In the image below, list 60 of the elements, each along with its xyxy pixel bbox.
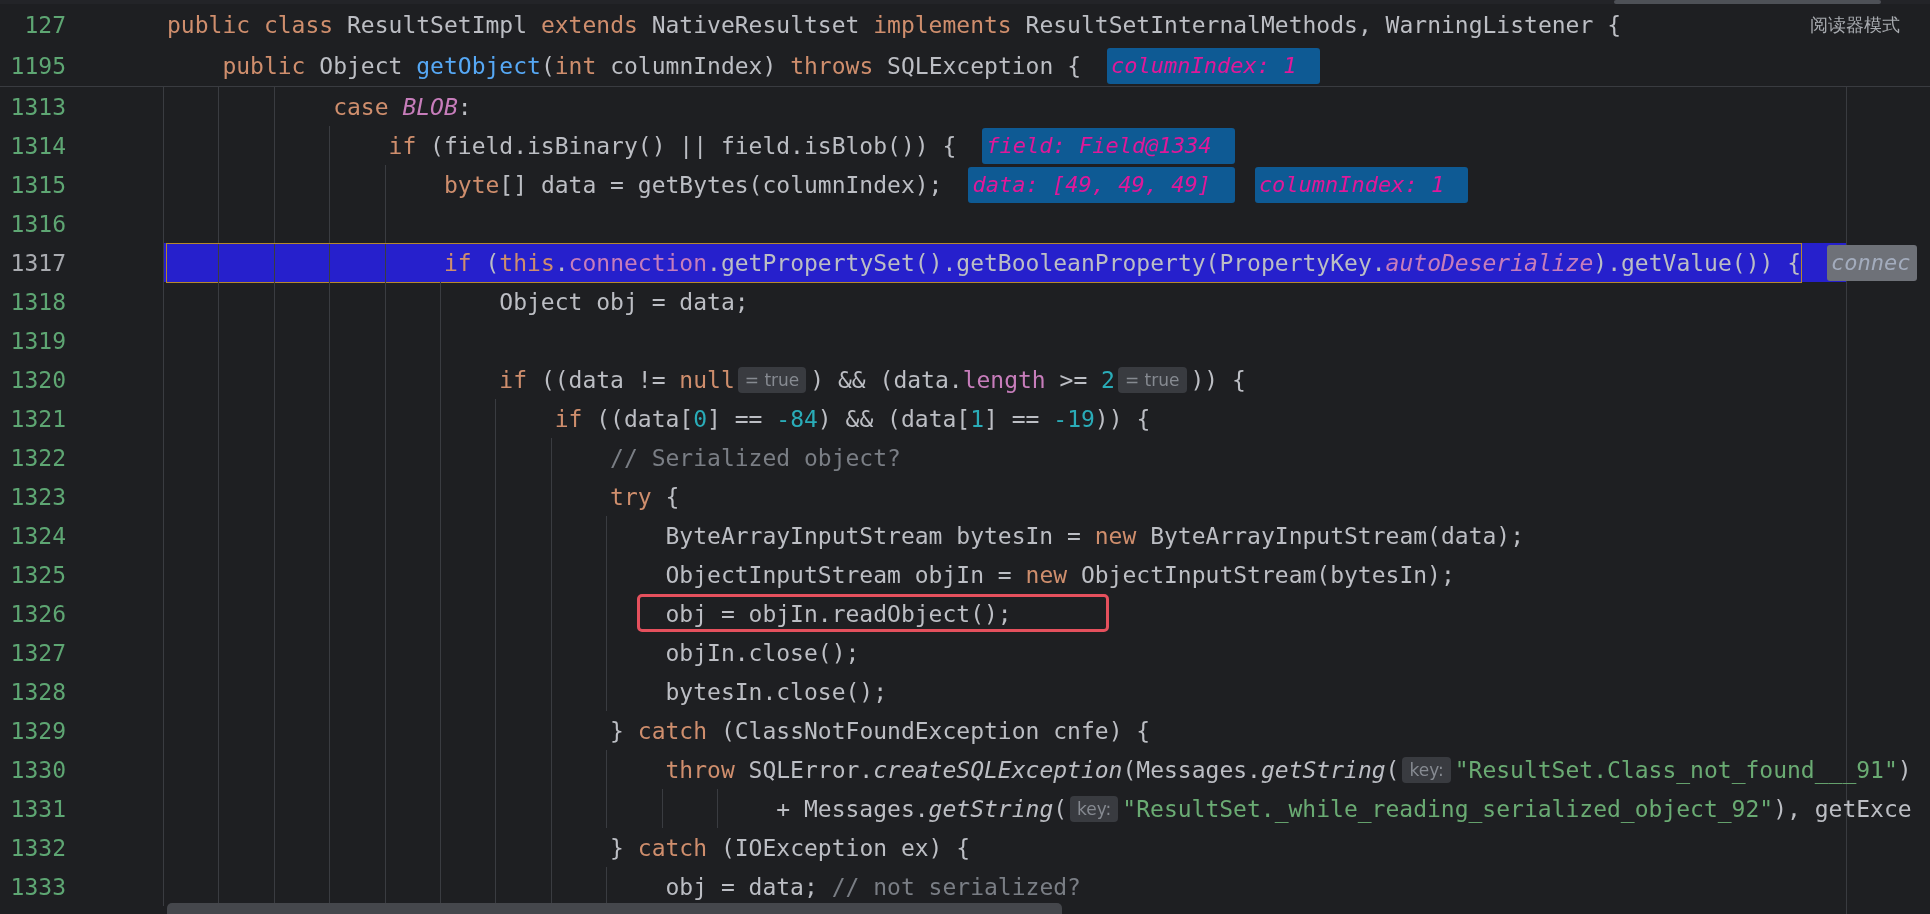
line-number: 1326 — [9, 600, 66, 627]
code-text: ) && (data.length >= 2 — [810, 366, 1115, 393]
debug-value-hint: connec — [1827, 244, 1917, 281]
code-text: ByteArrayInputStream bytesIn = new ByteArrayInputStream(data); — [664, 522, 1525, 549]
code-text: if (field.isBinary() || field.isBlob()) { — [387, 132, 957, 159]
line-number: 1329 — [9, 717, 66, 744]
line-number: 1325 — [9, 561, 66, 588]
line-number: 127 — [23, 11, 66, 38]
line-number: 1323 — [9, 483, 66, 510]
code-text: Object obj = data; — [498, 288, 749, 315]
code-text: public class ResultSetImpl extends NativeResultset implements ResultSetInternalMethods, WarningListener { — [167, 11, 1621, 38]
line-number: 1318 — [9, 288, 66, 315]
horizontal-scrollbar[interactable] — [167, 903, 1062, 914]
code-text: + Messages.getString( — [775, 795, 1068, 822]
line-number: 1322 — [9, 444, 66, 471]
reader-mode-label[interactable]: 阅读器模式 — [1810, 12, 1900, 37]
code-text: if ((data != null — [498, 366, 735, 393]
code-text: )) { — [1190, 366, 1246, 393]
code-text: obj = data; // not serialized? — [664, 873, 1081, 900]
line-number: 1320 — [9, 366, 66, 393]
code-text: "ResultSet.Class_not_found___91") — [1454, 756, 1912, 783]
line-number: 1327 — [9, 639, 66, 666]
line-number: 1195 — [9, 52, 66, 79]
code-text: try { — [609, 483, 680, 510]
line-number: 1314 — [9, 132, 66, 159]
line-number: 1331 — [9, 795, 66, 822]
code-text: obj = objIn.readObject(); — [664, 600, 1012, 627]
line-number: 1315 — [9, 171, 66, 198]
code-text: if ((data[0] == -84) && (data[1] == -19)) { — [553, 405, 1151, 432]
debug-value-hint: field: Field@1334 — [982, 127, 1236, 164]
line-number: 1332 — [9, 834, 66, 861]
inline-value-hint: = true — [1117, 366, 1187, 393]
code-text: ObjectInputStream objIn = new ObjectInputStream(bytesIn); — [664, 561, 1455, 588]
line-number: 1328 — [9, 678, 66, 705]
debug-value-hint: data: [49, 49, 49] — [968, 166, 1235, 203]
code-text: bytesIn.close(); — [664, 678, 888, 705]
line-number: 1321 — [9, 405, 66, 432]
code-text: throw SQLError.createSQLException(Messages.getString( — [664, 756, 1400, 783]
code-text: case BLOB: — [332, 93, 472, 120]
debug-value-hint: columnIndex: 1 — [1254, 166, 1469, 203]
line-number: 1319 — [9, 327, 66, 354]
line-number: 1313 — [9, 93, 66, 120]
code-text: } catch (ClassNotFoundException cnfe) { — [609, 717, 1151, 744]
parameter-hint: key: — [1402, 756, 1451, 783]
inline-value-hint: = true — [737, 366, 807, 393]
code-text: "ResultSet._while_reading_serialized_object_92"), getExce — [1122, 795, 1912, 822]
code-text: } catch (IOException ex) { — [609, 834, 971, 861]
code-text: objIn.close(); — [664, 639, 860, 666]
line-number: 1317 — [9, 249, 66, 276]
code-text: if (this.connection.getPropertySet().getBooleanProperty(PropertyKey.autoDeserialize).getValue()) { — [167, 243, 1802, 282]
line-number: 1333 — [9, 873, 66, 900]
scrollbar-thumb[interactable] — [1614, 0, 1881, 4]
parameter-hint: key: — [1070, 795, 1119, 822]
code-text: public Object getObject(int columnIndex) throws SQLException { — [221, 52, 1081, 79]
code-text: // Serialized object? — [609, 444, 901, 471]
line-number: 1316 — [9, 210, 66, 237]
code-text: byte[] data = getBytes(columnIndex); — [442, 171, 943, 198]
line-number: 1324 — [9, 522, 66, 549]
line-number: 1330 — [9, 756, 66, 783]
debug-value-hint: columnIndex: 1 — [1107, 47, 1321, 84]
